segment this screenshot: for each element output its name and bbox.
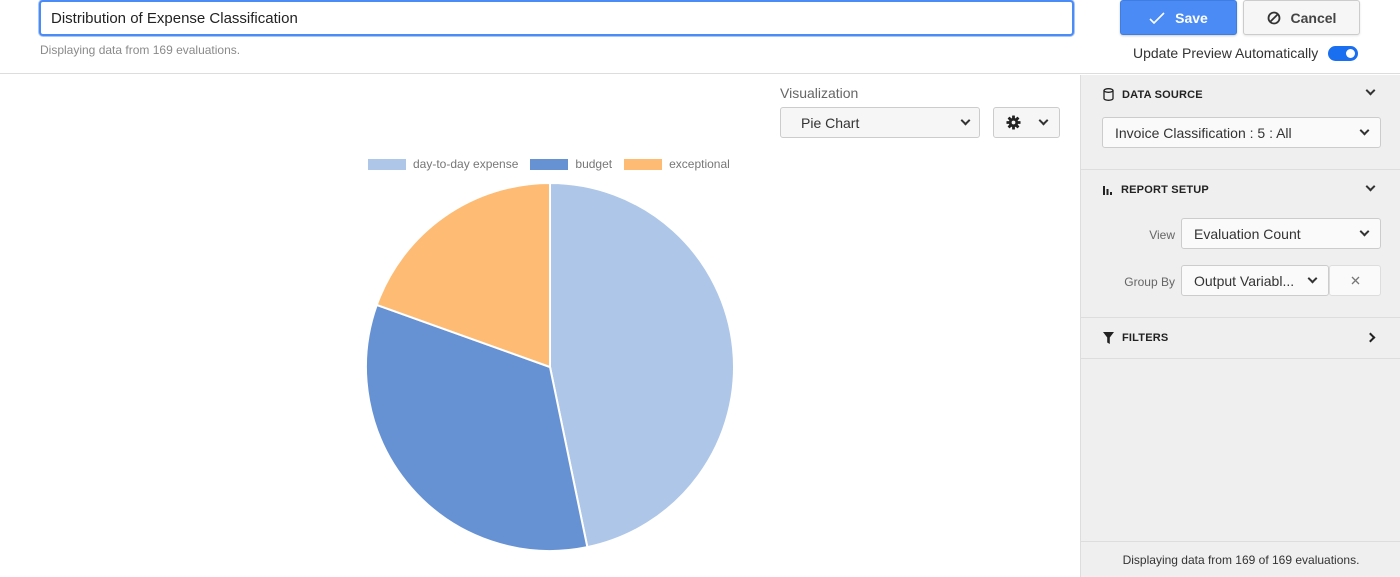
auto-update-control: Update Preview Automatically: [1133, 45, 1359, 61]
chevron-down-icon: [1038, 115, 1049, 126]
divider: [1081, 358, 1400, 359]
divider: [1081, 317, 1400, 318]
chevron-down-icon[interactable]: [1365, 85, 1376, 96]
group-by-select[interactable]: Output Variabl...: [1181, 265, 1329, 296]
pie-slice-day-to-day-expense[interactable]: [549, 181, 735, 549]
settings-sidebar: DATA SOURCE Invoice Classification : 5 :…: [1080, 75, 1400, 577]
chevron-down-icon[interactable]: [1365, 181, 1376, 192]
visualization-value: Pie Chart: [801, 114, 860, 131]
top-bar: Displaying data from 169 evaluations. Sa…: [0, 0, 1400, 74]
clear-group-by-button[interactable]: [1329, 265, 1381, 296]
evaluations-subtitle: Displaying data from 169 evaluations.: [40, 43, 241, 57]
data-source-header[interactable]: DATA SOURCE: [1103, 88, 1203, 101]
group-by-value: Output Variabl...: [1194, 272, 1295, 289]
close-icon: [1351, 276, 1359, 285]
database-icon: [1103, 88, 1114, 101]
chevron-down-icon: [1307, 273, 1318, 284]
report-setup-header[interactable]: REPORT SETUP: [1103, 184, 1209, 196]
auto-update-toggle[interactable]: [1328, 45, 1359, 61]
data-source-title: DATA SOURCE: [1122, 88, 1203, 101]
sidebar-footer: Displaying data from 169 of 169 evaluati…: [1081, 541, 1400, 577]
view-select[interactable]: Evaluation Count: [1181, 218, 1381, 249]
group-by-label: Group By: [1124, 275, 1175, 289]
cancel-button[interactable]: Cancel: [1243, 0, 1360, 35]
chevron-down-icon: [960, 115, 971, 126]
check-icon: [1149, 11, 1165, 24]
data-source-select[interactable]: Invoice Classification : 5 : All: [1102, 117, 1381, 148]
visualization-select[interactable]: Pie Chart: [780, 107, 980, 138]
chart-settings-button[interactable]: [993, 107, 1060, 138]
report-setup-title: REPORT SETUP: [1121, 184, 1209, 196]
cancel-label: Cancel: [1290, 9, 1337, 26]
save-label: Save: [1175, 9, 1208, 26]
divider: [1081, 169, 1400, 170]
save-button[interactable]: Save: [1120, 0, 1237, 35]
auto-update-label: Update Preview Automatically: [1133, 45, 1319, 61]
chevron-right-icon[interactable]: [1365, 332, 1376, 343]
chart-area: Visualization Pie Chart day-to-day expen…: [0, 75, 1080, 577]
visualization-label: Visualization: [780, 85, 859, 101]
pie-chart: [365, 181, 735, 552]
filter-icon: [1103, 332, 1114, 344]
cancel-icon: [1267, 11, 1280, 24]
filters-header[interactable]: FILTERS: [1103, 332, 1168, 344]
view-value: Evaluation Count: [1194, 225, 1301, 242]
chevron-down-icon: [1359, 226, 1370, 237]
view-label: View: [1149, 228, 1175, 242]
bar-chart-icon: [1103, 186, 1112, 195]
report-title-input[interactable]: [39, 0, 1074, 36]
filters-title: FILTERS: [1122, 332, 1169, 344]
data-source-value: Invoice Classification : 5 : All: [1115, 124, 1292, 141]
chevron-down-icon: [1359, 125, 1370, 136]
gear-icon: [1006, 115, 1021, 130]
